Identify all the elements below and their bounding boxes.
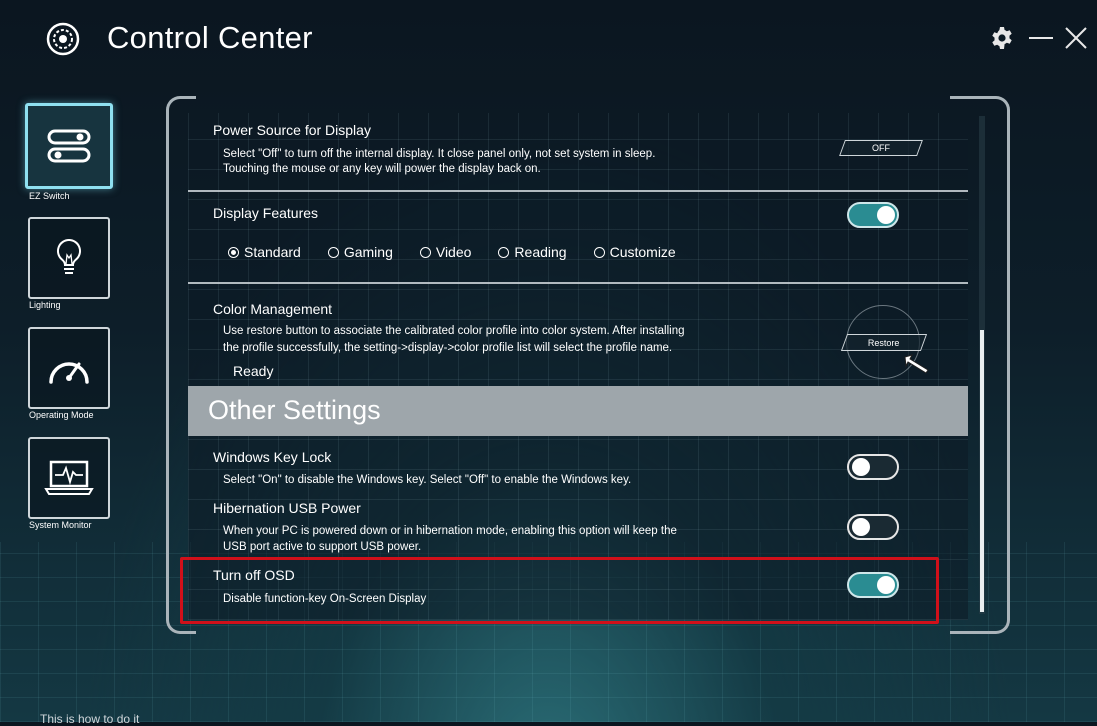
radio-selected-dot — [228, 246, 239, 258]
nav-label-system-monitor: System Monitor — [29, 520, 92, 530]
power-source-desc-1: Select "Off" to turn off the internal di… — [223, 148, 656, 160]
radio-dot — [327, 246, 339, 258]
toggle-knob — [877, 206, 895, 224]
close-button[interactable] — [1062, 24, 1090, 52]
toggle-knob — [852, 518, 870, 536]
nav-lighting[interactable] — [28, 217, 110, 299]
radio-customize[interactable]: Customize — [593, 244, 676, 260]
settings-panel: Power Source for Display Select "Off" to… — [188, 113, 968, 620]
display-features-toggle[interactable] — [847, 202, 899, 228]
windows-key-lock-toggle[interactable] — [847, 454, 899, 480]
lightbulb-icon — [57, 238, 81, 274]
nav-system-monitor[interactable] — [28, 437, 110, 519]
red-highlight-box — [180, 557, 939, 624]
settings-gear-button[interactable] — [988, 24, 1016, 52]
windows-key-lock-desc: Select "On" to disable the Windows key. … — [223, 474, 632, 486]
hibernation-usb-title: Hibernation USB Power — [213, 500, 361, 516]
app-title: Control Center — [107, 20, 313, 55]
divider — [188, 282, 968, 284]
color-management-desc-1: Use restore button to associate the cali… — [223, 325, 685, 337]
power-source-title: Power Source for Display — [213, 122, 371, 138]
restore-button[interactable]: Restore — [840, 334, 928, 351]
other-settings-header: Other Settings — [188, 386, 968, 436]
color-management-title: Color Management — [213, 301, 333, 317]
app-logo-icon — [46, 22, 80, 56]
power-source-desc-2: Touching the mouse or any key will power… — [223, 163, 541, 175]
divider — [188, 190, 968, 192]
nav-label-operating-mode: Operating Mode — [29, 410, 94, 420]
radio-dot — [419, 246, 431, 258]
hibernation-usb-desc-1: When your PC is powered down or in hiber… — [223, 525, 677, 537]
close-icon — [1065, 27, 1087, 49]
minimize-icon — [1029, 37, 1053, 39]
hibernation-usb-desc-2: USB port active to support USB power. — [223, 541, 422, 553]
display-features-title: Display Features — [213, 205, 319, 221]
nav-label-lighting: Lighting — [29, 300, 61, 310]
radio-video[interactable]: Video — [419, 244, 471, 260]
color-management-desc-2: the profile successfully, the setting->d… — [223, 342, 673, 354]
display-mode-radio-group: Standard Gaming Video Reading Customize — [228, 244, 703, 260]
radio-dot — [593, 246, 605, 258]
minimize-button[interactable] — [1027, 24, 1055, 52]
monitor-icon — [44, 460, 94, 495]
ez-switch-icon — [47, 129, 91, 163]
windows-key-lock-title: Windows Key Lock — [213, 449, 332, 465]
radio-dot — [498, 246, 510, 258]
radio-gaming[interactable]: Gaming — [327, 244, 393, 260]
radio-reading[interactable]: Reading — [498, 244, 567, 260]
color-management-status: Ready — [233, 363, 274, 379]
hibernation-usb-toggle[interactable] — [847, 514, 899, 540]
caption-text: This is how to do it — [40, 712, 140, 726]
radio-standard[interactable]: Standard — [228, 244, 301, 260]
gear-icon — [992, 27, 1012, 49]
gauge-icon — [49, 362, 89, 384]
display-off-button[interactable]: OFF — [839, 140, 923, 156]
scrollbar-thumb[interactable] — [980, 330, 984, 612]
title-bar: Control Center — [0, 0, 1097, 80]
nav-operating-mode[interactable] — [28, 327, 110, 409]
nav-label-ez-switch: EZ Switch — [29, 191, 70, 201]
mouse-cursor-icon — [904, 354, 929, 374]
toggle-knob — [852, 458, 870, 476]
nav-ez-switch[interactable] — [25, 103, 113, 189]
